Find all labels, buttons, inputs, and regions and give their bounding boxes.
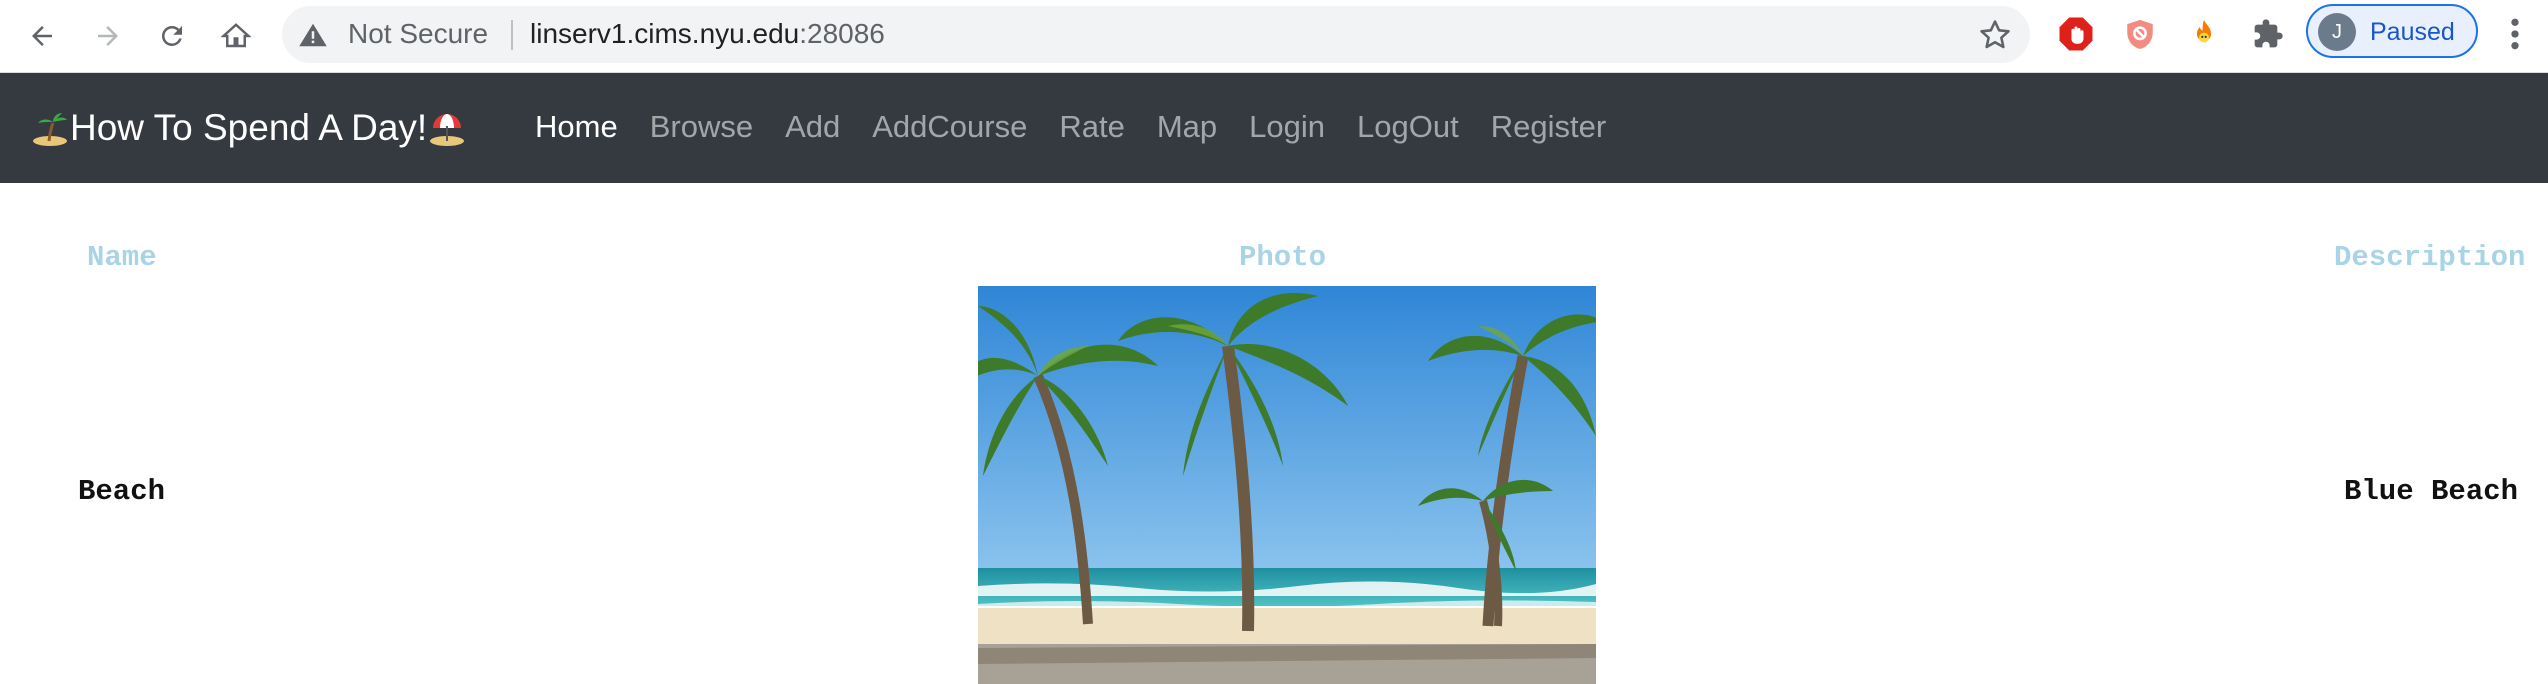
browser-toolbar: Not Secure linserv1.cims.nyu.edu:28086 J… — [0, 0, 2548, 73]
url-port: :28086 — [799, 18, 885, 49]
omnibox-divider — [511, 20, 513, 50]
shield-extension-icon[interactable] — [2120, 14, 2160, 54]
column-header-name: Name — [87, 241, 157, 274]
security-label[interactable]: Not Secure — [348, 19, 488, 49]
site-navbar: How To Spend A Day! Home Browse Add AddC… — [0, 73, 2548, 183]
nav-register[interactable]: Register — [1491, 107, 1606, 147]
warning-icon[interactable] — [298, 20, 328, 50]
adblock-extension-icon[interactable] — [2056, 14, 2096, 54]
nav-add[interactable]: Add — [785, 107, 840, 147]
nav-browse[interactable]: Browse — [650, 107, 753, 147]
bookmark-star-icon[interactable] — [1978, 18, 2012, 52]
fire-extension-icon[interactable] — [2184, 14, 2224, 54]
nav-logout[interactable]: LogOut — [1357, 107, 1459, 147]
brand-title: How To Spend A Day! — [70, 107, 428, 148]
nav-addcourse[interactable]: AddCourse — [872, 107, 1027, 147]
beach-photo — [978, 286, 1596, 684]
kebab-menu-icon[interactable] — [2500, 14, 2530, 54]
nav-home[interactable]: Home — [535, 107, 618, 147]
column-header-photo: Photo — [1239, 241, 1327, 274]
column-header-description: Description — [2334, 241, 2526, 274]
avatar: J — [2318, 13, 2356, 51]
reload-icon[interactable] — [150, 14, 194, 58]
profile-status: Paused — [2370, 18, 2455, 46]
address-bar[interactable]: Not Secure linserv1.cims.nyu.edu:28086 — [282, 6, 2030, 63]
row-name-cell: Beach — [78, 475, 166, 508]
url-host: linserv1.cims.nyu.edu — [530, 18, 800, 49]
nav-links: Home Browse Add AddCourse Rate Map Login… — [535, 107, 1638, 147]
brand-link[interactable]: How To Spend A Day! — [30, 103, 467, 153]
palm-beach-image — [978, 286, 1596, 684]
beach-umbrella-icon — [430, 114, 465, 146]
forward-icon[interactable] — [86, 14, 130, 58]
desert-island-icon — [33, 113, 67, 146]
back-icon[interactable] — [20, 14, 64, 58]
row-description-cell: Blue Beach — [2344, 475, 2519, 508]
profile-button[interactable]: J Paused — [2306, 4, 2478, 58]
home-icon[interactable] — [214, 14, 258, 58]
url-text[interactable]: linserv1.cims.nyu.edu:28086 — [530, 19, 885, 49]
nav-map[interactable]: Map — [1157, 107, 1217, 147]
nav-rate[interactable]: Rate — [1059, 107, 1124, 147]
extensions-puzzle-icon[interactable] — [2248, 14, 2288, 54]
nav-login[interactable]: Login — [1249, 107, 1325, 147]
